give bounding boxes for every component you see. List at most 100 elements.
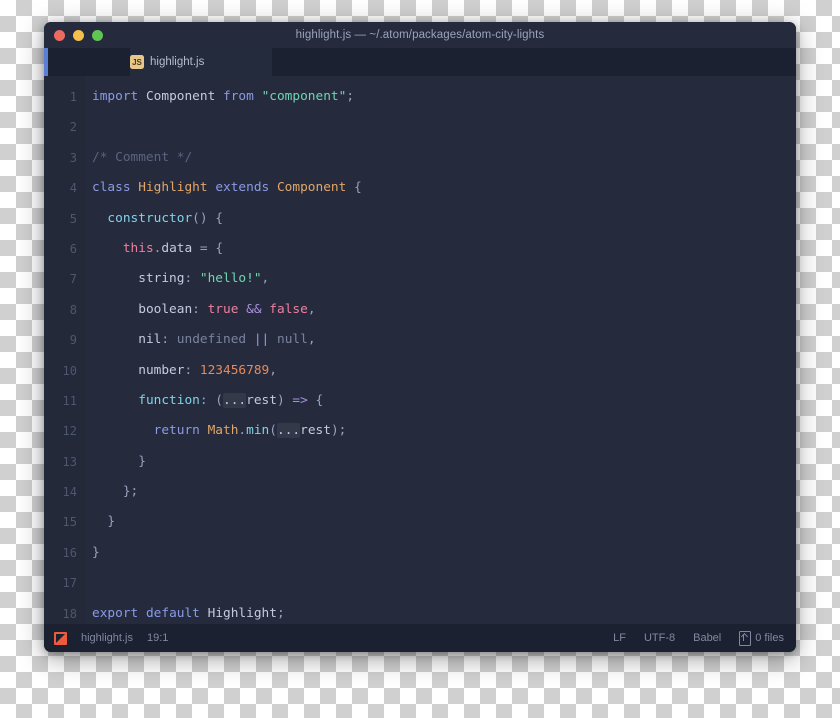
code-token: || [253,332,270,348]
code-token: ; [346,89,355,104]
code-token: { [307,392,324,408]
line-number: 12 [62,424,77,439]
maximize-window-icon[interactable] [92,29,103,41]
close-window-icon[interactable] [54,29,65,41]
line-number: 1 [69,90,77,104]
code-token: , [261,271,270,287]
minimize-window-icon[interactable] [73,29,84,41]
code-token: , [269,362,277,378]
git-diff-icon[interactable] [54,631,67,645]
code-token: : [161,332,177,348]
line-number: 9 [69,333,77,348]
code-token: rest [246,392,277,408]
code-token: ... [223,392,247,408]
status-line-ending[interactable]: LF [613,632,626,644]
code-token: = { [192,240,224,256]
tab-bar-gutter-spacer [48,48,130,76]
editor-window: highlight.js — ~/.atom/packages/atom-cit… [44,22,796,652]
code-token: class [92,180,131,196]
status-grammar[interactable]: Babel [693,632,721,644]
code-token: Math [207,423,239,439]
code-line: import Component from "component"; [92,82,796,112]
code-token: number [138,362,185,378]
code-token: from [223,89,254,104]
code-token: } [92,514,116,530]
code-token: Highlight [207,605,277,621]
line-number: 13 [62,454,77,469]
tab-highlight-js[interactable]: JS highlight.js [130,48,273,76]
code-token: min [246,423,270,439]
code-token: ... [276,423,301,439]
code-token: Highlight [138,180,208,196]
code-line: boolean: true && false, [92,295,796,325]
code-token: return [153,423,200,439]
line-number: 16 [62,545,77,560]
code-token: undefined [176,332,247,348]
code-token: function [138,392,200,408]
code-token: }; [92,484,139,500]
code-token: string [138,271,185,287]
code-token: nil [138,332,162,348]
status-bar-right: LF UTF-8 Babel 0 files [613,630,784,646]
code-line: /* Comment */ [92,143,796,173]
code-line: class Highlight extends Component { [92,173,796,203]
code-token: , [307,301,316,317]
window-title: highlight.js — ~/.atom/packages/atom-cit… [295,29,545,41]
code-token: : ( [199,392,223,408]
code-content[interactable]: import Component from "component"; /* Co… [86,76,796,624]
code-token: () { [192,210,223,226]
code-token: export [92,605,139,621]
tab-bar: JS highlight.js [44,48,796,76]
status-bar: highlight.js 19:1 LF UTF-8 Babel 0 files [44,624,796,652]
code-token: 123456789 [199,362,270,378]
status-bar-left: highlight.js 19:1 [54,631,168,645]
status-cursor-position[interactable]: 19:1 [147,632,168,644]
code-token: ) [276,392,293,408]
line-number: 10 [62,363,77,378]
line-number-gutter: 1 2 3 4 5 6 7 8 9 10 11 12 13 14 15 16 17 18 [44,76,86,624]
code-line: nil: undefined || null, [92,325,796,355]
status-encoding[interactable]: UTF-8 [644,632,675,644]
code-token: /* Comment */ [92,149,193,165]
code-line: } [92,507,796,537]
code-line: }; [92,477,796,507]
code-token: . [238,423,247,439]
code-line: } [92,447,796,477]
code-token: Component [276,180,347,196]
line-number: 6 [69,241,77,256]
code-token: "hello!" [199,271,262,287]
code-token: && [246,301,262,317]
code-token: default [145,605,200,621]
code-line: constructor() { [92,204,796,234]
code-line: function: (...rest) => { [92,386,796,416]
line-number: 2 [69,120,77,135]
code-token: } [92,453,146,469]
file-transfer-icon [739,630,752,646]
line-number: 15 [62,515,77,530]
status-file-name[interactable]: highlight.js [81,632,133,644]
code-editor[interactable]: 1 2 3 4 5 6 7 8 9 10 11 12 13 14 15 16 17 18 import Compo… [44,76,796,624]
code-token: ); [330,423,347,439]
code-token: { [354,180,362,196]
code-line: } [92,538,796,568]
status-files[interactable]: 0 files [739,630,784,646]
tab-bar-empty-space [273,48,796,76]
traffic-light-group [54,22,103,48]
